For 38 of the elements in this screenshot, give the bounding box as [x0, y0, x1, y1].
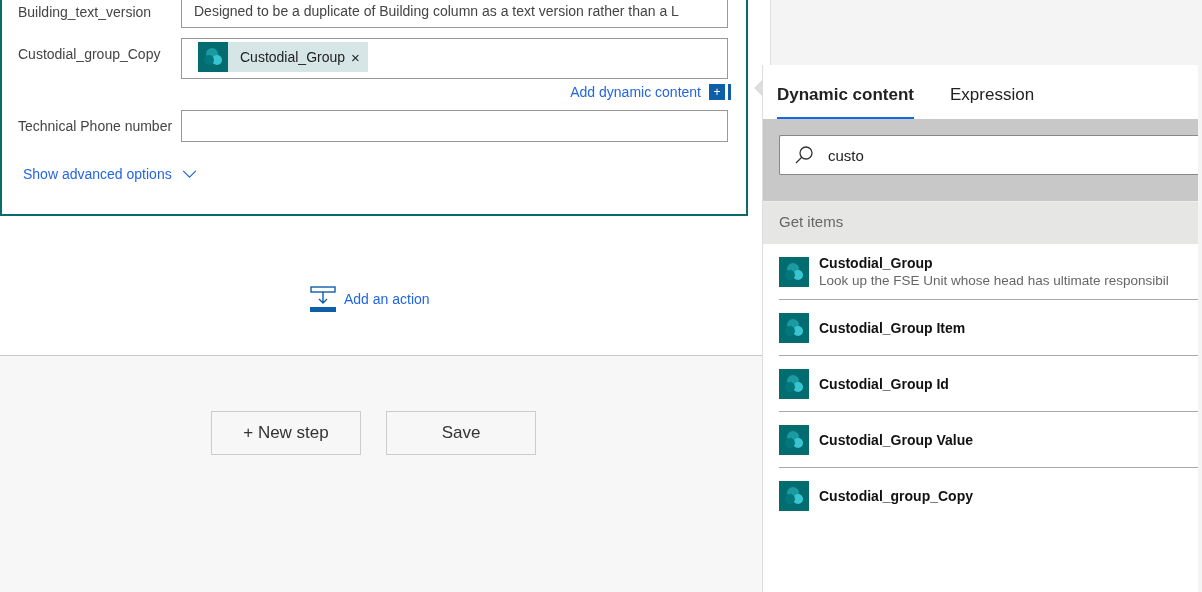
input-field[interactable]: Designed to be a duplicate of Building column as a text version rather than a L: [181, 0, 728, 28]
search-icon: [794, 145, 814, 165]
item-title: Custodial_Group Item: [819, 319, 966, 336]
save-button[interactable]: Save: [386, 411, 536, 455]
field-label: Building_text_version: [18, 3, 153, 20]
section-header: Get items: [763, 201, 1198, 244]
circles-icon: [779, 481, 809, 511]
item-description: Look up the FSE Unit whose head has ultimate responsibil: [819, 273, 1169, 288]
dynamic-content-item[interactable]: Custodial_Group Look up the FSE Unit whose head has ultimate responsibil: [779, 244, 1198, 300]
token-label: Custodial_Group: [239, 49, 347, 65]
field-label: Technical Phone number: [18, 117, 174, 134]
circles-icon: [779, 256, 809, 287]
token-chip[interactable]: Custodial_Group ×: [198, 42, 368, 72]
field-label: Custodial_group_Copy: [18, 45, 162, 62]
dynamic-content-item[interactable]: Custodial_Group Item: [779, 300, 1198, 356]
add-dynamic-content-link[interactable]: Add dynamic content: [570, 84, 701, 100]
show-advanced-options-link[interactable]: Show advanced options: [23, 166, 172, 182]
circles-icon: [779, 368, 809, 399]
dynamic-content-item[interactable]: Custodial_Group Value: [779, 412, 1198, 468]
add-action-link[interactable]: Add an action: [344, 291, 430, 307]
insert-step-icon: [310, 286, 336, 312]
circles-icon: [198, 42, 228, 72]
new-step-button[interactable]: + New step: [211, 411, 361, 455]
chevron-down-icon: [181, 169, 197, 179]
tab[interactable]: Expression: [950, 85, 1035, 119]
add-dynamic-content-button[interactable]: +: [709, 84, 728, 100]
circles-icon: [779, 312, 809, 343]
input-field[interactable]: Custodial_Group ×: [181, 38, 728, 79]
item-title: Custodial_Group Id: [819, 375, 949, 392]
circles-icon: [779, 424, 809, 455]
dynamic-content-item[interactable]: Custodial_Group Id: [779, 356, 1198, 412]
remove-token-button[interactable]: ×: [351, 48, 368, 66]
input-field[interactable]: [181, 110, 728, 142]
item-title: Custodial_Group Value: [819, 431, 974, 448]
item-title: Custodial_group_Copy: [819, 488, 973, 504]
dynamic-content-item[interactable]: Custodial_group_Copy: [779, 468, 1198, 524]
search-field[interactable]: custo: [779, 135, 1198, 175]
item-title: Custodial_Group: [819, 255, 934, 271]
